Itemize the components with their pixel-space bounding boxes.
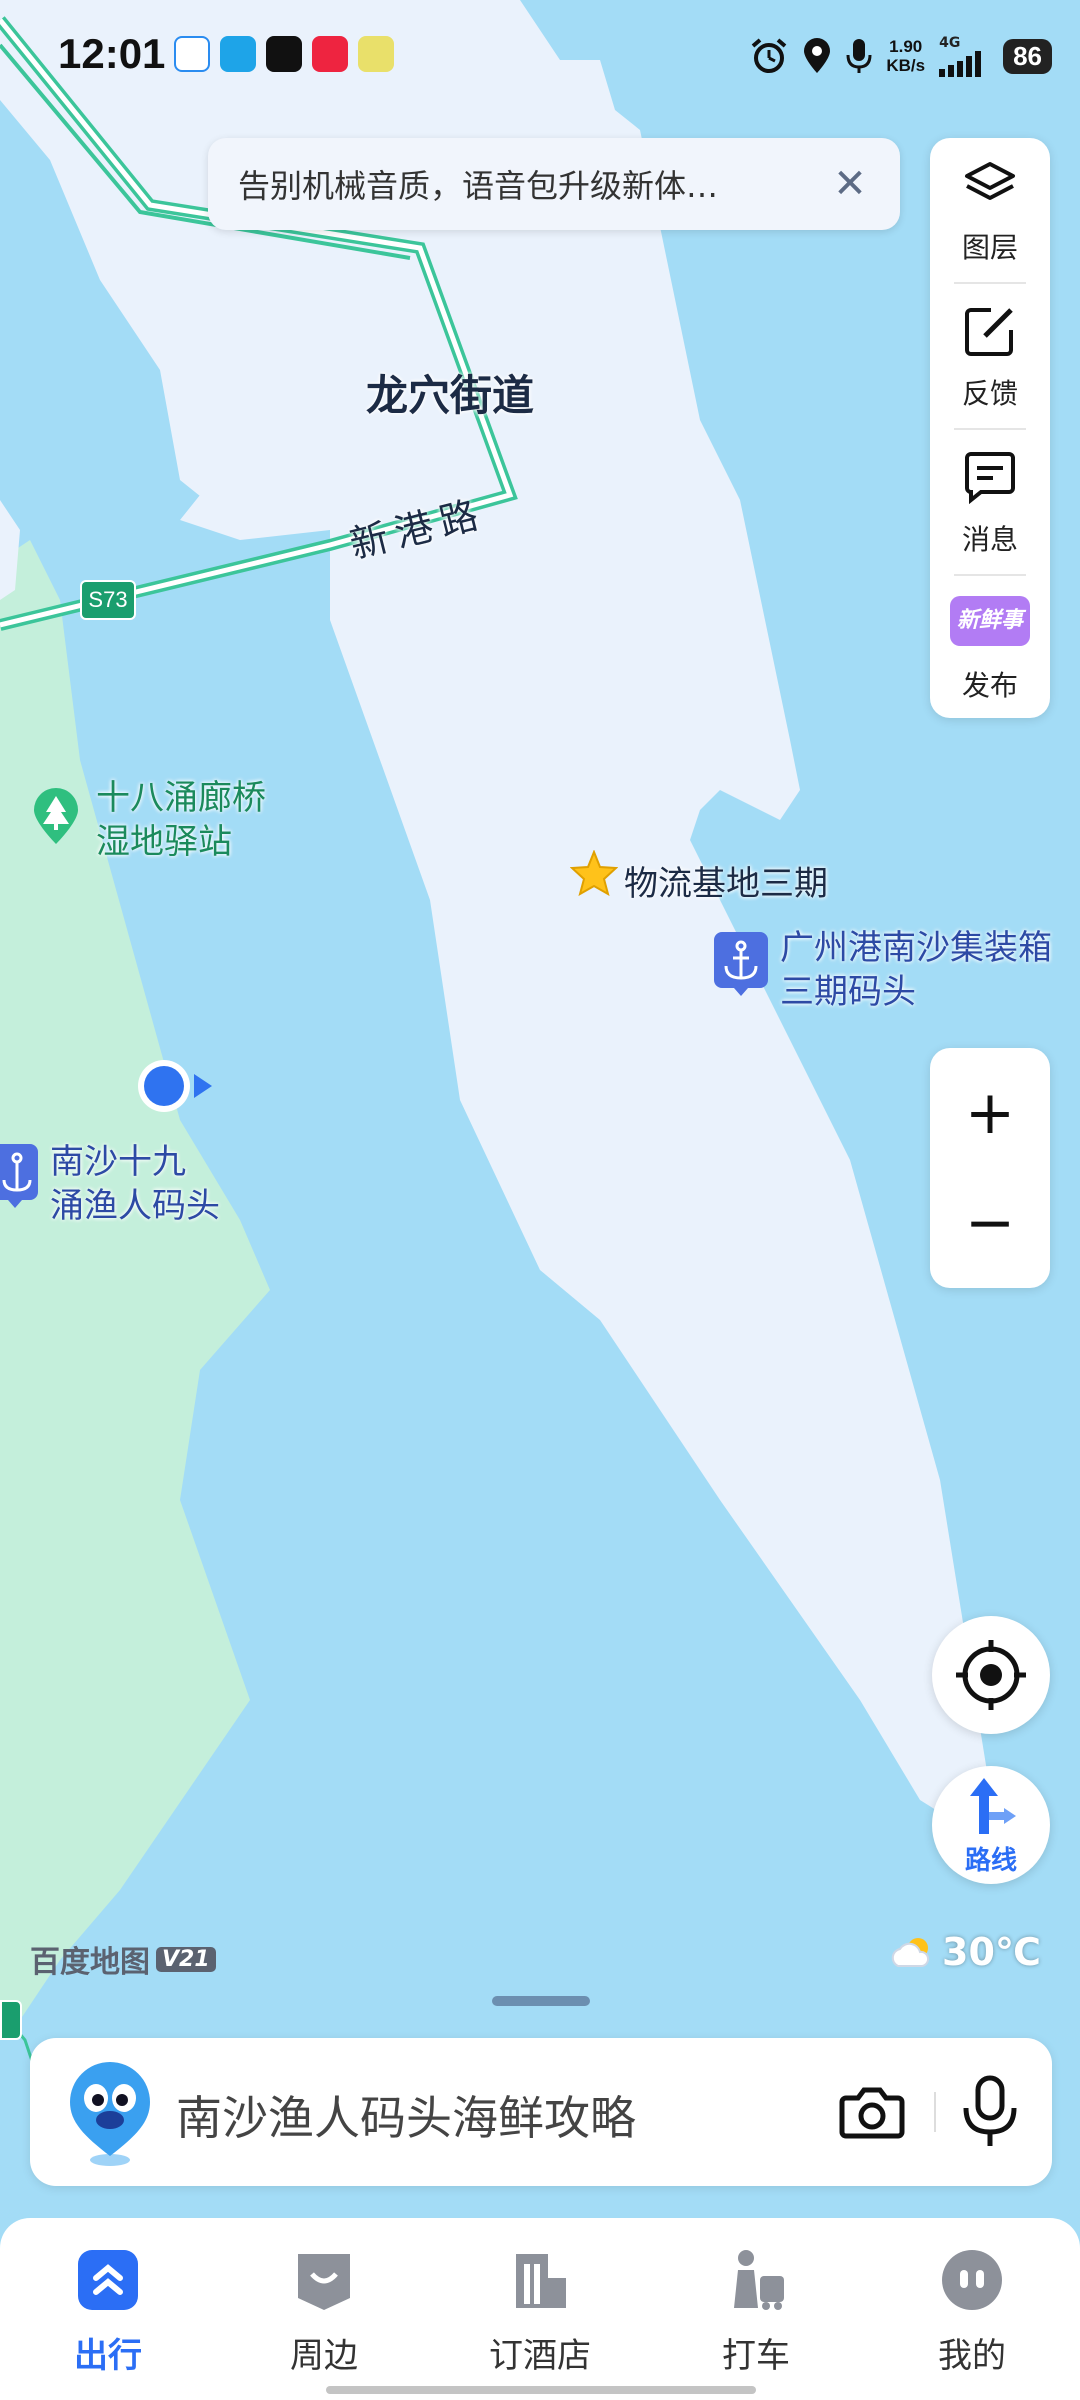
signal-group: 4G (939, 35, 989, 77)
alarm-icon (752, 38, 787, 73)
pier-poi-label-2[interactable]: 涌渔人码头 (50, 1178, 220, 1227)
tab-profile[interactable]: 我的 (897, 2248, 1047, 2378)
highway-shield: S73 (80, 580, 136, 620)
tab-nearby-label: 周边 (290, 2336, 358, 2376)
capcut-icon (266, 36, 302, 72)
district-label: 龙穴街道 (366, 371, 535, 420)
microphone-status-icon (846, 39, 872, 73)
layers-label: 图层 (961, 231, 1018, 264)
layers-button[interactable]: 图层 (930, 138, 1050, 278)
search-bar[interactable]: 南沙渔人码头海鲜攻略 (30, 2038, 1052, 2186)
crosshair-icon (956, 1640, 1026, 1710)
locate-me-button[interactable] (932, 1616, 1050, 1734)
messages-label: 消息 (961, 523, 1018, 556)
network-type: 4G (939, 35, 961, 51)
voice-pack-banner[interactable]: 告别机械音质，语音包升级新体… ✕ (208, 138, 900, 230)
publish-button[interactable]: 新鲜事 发布 (930, 576, 1050, 716)
brand-name: 百度地图 (30, 1945, 150, 1980)
feedback-button[interactable]: 反馈 (930, 284, 1050, 424)
tab-hotel-label: 订酒店 (489, 2336, 591, 2376)
message-icon (965, 452, 1015, 504)
route-button[interactable]: 路线 (932, 1766, 1050, 1884)
favorite-star-icon[interactable] (569, 849, 619, 900)
divider (934, 2092, 936, 2132)
xiaohongshu-icon (312, 36, 348, 72)
signal-icon (939, 51, 982, 77)
weather-widget[interactable]: 30℃ (888, 1930, 1041, 1974)
location-pin-icon (804, 38, 831, 73)
drawer-handle[interactable] (492, 1996, 590, 2006)
gallery-app-icon (358, 36, 394, 72)
feedback-label: 反馈 (961, 377, 1018, 410)
status-time: 12:01 (58, 30, 166, 77)
profile-icon (942, 2250, 1002, 2310)
status-bar: 12:01 1.90 KB/s 4G 86 (0, 0, 1080, 110)
park-poi-icon[interactable] (30, 786, 82, 846)
camera-icon[interactable] (838, 2078, 906, 2146)
port-poi-label-1[interactable]: 广州港南沙集装箱 (780, 920, 1052, 969)
travel-icon (78, 2250, 138, 2310)
temperature: 30℃ (942, 1930, 1041, 1974)
zoom-out-button[interactable]: − (930, 1168, 1050, 1278)
microphone-icon[interactable] (960, 2074, 1020, 2150)
xinxianshi-badge-icon: 新鲜事 (950, 596, 1030, 646)
tab-hotel[interactable]: 订酒店 (465, 2248, 615, 2378)
map-tools-panel: 图层 反馈 消息 新鲜事 发布 (930, 138, 1050, 718)
search-input[interactable]: 南沙渔人码头海鲜攻略 (176, 2082, 636, 2148)
feedback-edit-icon (965, 308, 1013, 356)
tab-nearby[interactable]: 周边 (249, 2248, 399, 2378)
baidu-map-logo: 百度地图 V21 (30, 1937, 216, 1981)
tab-profile-label: 我的 (938, 2336, 1006, 2376)
route-label: 路线 (964, 1846, 1017, 1876)
messages-button[interactable]: 消息 (930, 430, 1050, 570)
app-notif-icon (174, 36, 210, 72)
park-poi-label-1[interactable]: 十八涌廊桥 (96, 770, 266, 819)
partly-cloudy-icon (891, 1938, 930, 1967)
brand-version: V21 (156, 1946, 216, 1972)
shield-partial (0, 2000, 22, 2040)
home-indicator[interactable] (326, 2386, 756, 2394)
port-poi-label-2[interactable]: 三期码头 (780, 964, 916, 1013)
bottom-tab-bar: 出行 周边 订酒店 打车 我的 (0, 2218, 1080, 2400)
net-speed: 1.90 KB/s (886, 37, 926, 75)
park-poi-label-2[interactable]: 湿地驿站 (96, 814, 232, 863)
hotel-icon (516, 2254, 566, 2308)
anchor-icon[interactable] (712, 930, 770, 1002)
tab-travel[interactable]: 出行 (33, 2248, 183, 2378)
close-icon[interactable]: ✕ (830, 164, 870, 204)
nearby-icon (298, 2254, 350, 2310)
pier-anchor-icon[interactable] (0, 1142, 40, 1214)
publish-label: 发布 (961, 669, 1018, 702)
tab-travel-label: 出行 (74, 2336, 142, 2376)
tab-taxi-label: 打车 (722, 2336, 790, 2376)
battery-level: 86 (1003, 38, 1052, 74)
mascot-icon (70, 2062, 150, 2166)
zoom-in-button[interactable]: + (930, 1058, 1050, 1168)
taxi-icon (734, 2250, 784, 2310)
wifi-app-icon (220, 36, 256, 72)
route-arrow-icon (970, 1778, 1016, 1834)
current-location-icon (136, 1058, 216, 1118)
pier-poi-label-1[interactable]: 南沙十九 (50, 1134, 186, 1183)
tab-taxi[interactable]: 打车 (681, 2248, 831, 2378)
zoom-control: + − (930, 1048, 1050, 1288)
banner-text[interactable]: 告别机械音质，语音包升级新体… (238, 161, 830, 207)
favorite-label[interactable]: 物流基地三期 (624, 856, 828, 905)
layers-icon (965, 162, 1015, 200)
